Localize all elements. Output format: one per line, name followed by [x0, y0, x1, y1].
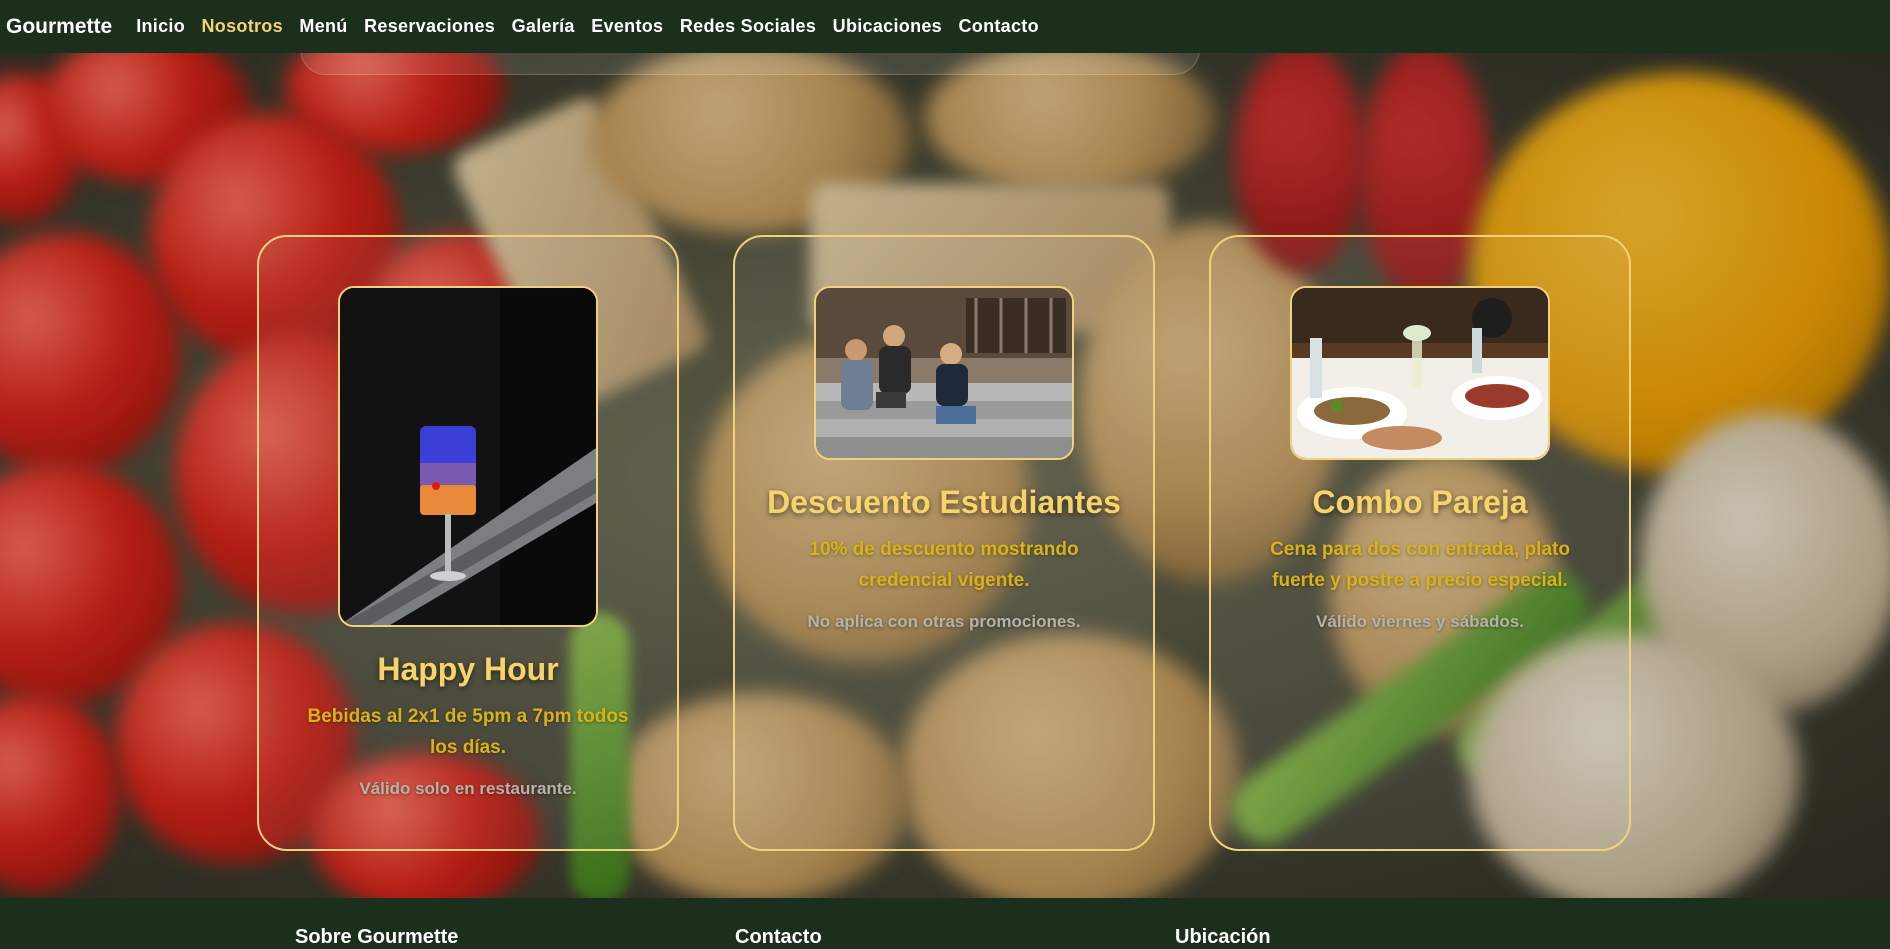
nav-inicio[interactable]: Inicio — [136, 16, 185, 37]
nav-reservaciones[interactable]: Reservaciones — [364, 16, 495, 37]
promo-card-descuento-estudiantes: Descuento Estudiantes 10% de descuento m… — [733, 235, 1155, 851]
footer-heading-contact: Contacto — [735, 926, 822, 948]
promo-description: Cena para dos con entrada, plato fuerte … — [1270, 539, 1570, 591]
promo-note: No aplica con otras promociones. — [807, 612, 1081, 631]
dinner-table-illustration — [1292, 288, 1548, 458]
main-nav: Inicio Nosotros Menú Reservaciones Galer… — [136, 16, 1055, 37]
nav-menu[interactable]: Menú — [299, 16, 347, 37]
promo-title: Happy Hour — [377, 651, 559, 687]
cocktail-glass-illustration — [340, 288, 596, 625]
brand-logo[interactable]: Gourmette — [6, 15, 112, 39]
footer: Sobre Gourmette Contacto Ubicación — [0, 898, 1890, 948]
promo-card-combo-pareja: Combo Pareja Cena para dos con entrada, … — [1209, 235, 1631, 851]
nav-eventos[interactable]: Eventos — [591, 16, 663, 37]
footer-heading-location: Ubicación — [1175, 926, 1271, 948]
nav-ubicaciones[interactable]: Ubicaciones — [833, 16, 942, 37]
promo-note: Válido viernes y sábados. — [1316, 612, 1524, 631]
nav-contacto[interactable]: Contacto — [958, 16, 1038, 37]
students-image — [814, 286, 1074, 460]
nav-galeria[interactable]: Galería — [512, 16, 575, 37]
promo-description: 10% de descuento mostrando credencial vi… — [809, 539, 1079, 591]
promo-title: Descuento Estudiantes — [767, 484, 1121, 520]
nav-nosotros[interactable]: Nosotros — [202, 16, 283, 37]
students-photo-illustration — [816, 288, 1072, 458]
couple-dinner-image — [1290, 286, 1550, 460]
footer-heading-about: Sobre Gourmette — [295, 926, 459, 948]
promo-card-happy-hour: Happy Hour Bebidas al 2x1 de 5pm a 7pm t… — [257, 235, 679, 851]
top-navbar: Gourmette Inicio Nosotros Menú Reservaci… — [0, 0, 1890, 53]
cocktail-image — [338, 286, 598, 627]
promo-note: Válido solo en restaurante. — [359, 779, 577, 798]
nav-redes-sociales[interactable]: Redes Sociales — [680, 16, 816, 37]
promo-title: Combo Pareja — [1312, 484, 1528, 520]
promo-description: Bebidas al 2x1 de 5pm a 7pm todos los dí… — [307, 706, 629, 758]
